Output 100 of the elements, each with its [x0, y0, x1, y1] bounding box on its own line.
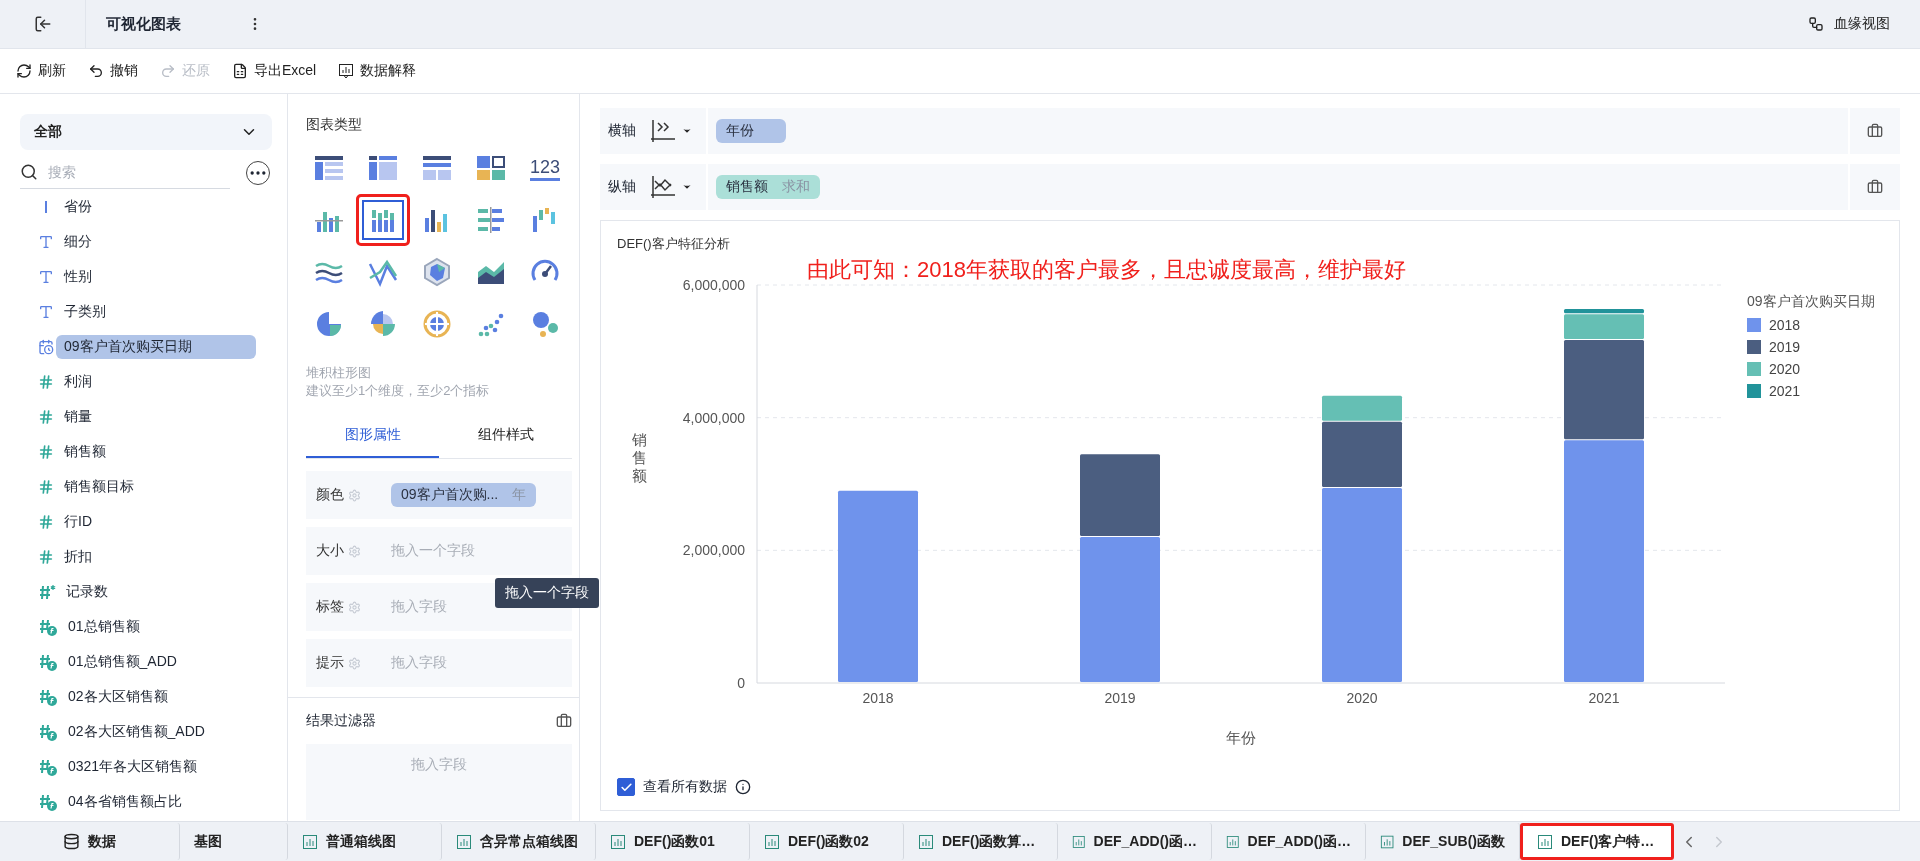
field-item[interactable]: 性别 [56, 264, 100, 289]
section-title: 结果过滤器 [306, 712, 376, 730]
field-item[interactable]: 01总销售额_ADD [60, 649, 185, 674]
legend-item[interactable]: 2021 [1747, 383, 1875, 399]
info-icon[interactable] [735, 779, 751, 795]
field-chip[interactable]: 年份 [716, 119, 786, 143]
sheet-tab[interactable]: 含异常点箱线图 [442, 823, 596, 860]
calculated-field-icon [38, 687, 58, 706]
explain-button[interactable]: 数据解释 [338, 62, 417, 80]
sunburst-icon [421, 308, 453, 340]
field-item[interactable]: 细分 [56, 229, 100, 254]
field-item[interactable]: 销售额目标 [56, 474, 142, 499]
briefcase-icon [1867, 179, 1883, 195]
legend-item[interactable]: 2020 [1747, 361, 1875, 377]
field-item[interactable]: 09客户首次购买日期 [56, 334, 256, 359]
checkbox-label: 查看所有数据 [643, 778, 727, 796]
sheet-tab[interactable]: 数据 [0, 823, 180, 860]
text-type-icon [38, 268, 54, 285]
property-tab[interactable]: 图形属性 [306, 414, 439, 458]
property-tab[interactable]: 组件样式 [439, 414, 572, 458]
drop-field[interactable]: 提示 拖入字段 [306, 639, 572, 687]
database-icon [63, 833, 80, 850]
sheet-tab[interactable]: DEF()客户特… [1520, 823, 1674, 860]
annotation-text: 由此可知：2018年获取的客户最多，且忠诚度最高，维护最好 [807, 256, 1407, 284]
search-icon [20, 163, 38, 181]
count-type-icon [38, 583, 56, 600]
field-item[interactable]: 0321年各大区销售额 [60, 754, 206, 779]
drop-field[interactable]: 颜色 09客户首次购... 年 [306, 471, 572, 519]
calculated-field-icon [38, 757, 58, 776]
legend-item[interactable]: 2018 [1747, 317, 1875, 333]
chart-sheet-icon [456, 833, 472, 850]
field-item[interactable]: 销售额 [56, 439, 114, 464]
sheet-tab[interactable]: DEF_ADD()函… [1212, 823, 1366, 860]
drop-placeholder: 拖入字段 [391, 598, 447, 616]
calculated-field-icon [38, 792, 58, 811]
property-label: 提示 [316, 654, 344, 672]
number-type-icon [38, 548, 54, 565]
redo-icon [160, 63, 176, 79]
page-title: 可视化图表 [106, 14, 181, 34]
undo-icon [88, 63, 104, 79]
field-item[interactable]: 02各大区销售额_ADD [60, 719, 213, 744]
property-label: 大小 [316, 542, 344, 560]
y-axis-title: 销售额 [631, 431, 647, 484]
y-tick-label: 2,000,000 [682, 542, 745, 559]
lineage-view-button[interactable]: 血缘视图 [1802, 14, 1896, 34]
export-button[interactable]: 导出Excel [232, 62, 317, 80]
drop-field[interactable]: 大小 拖入一个字段 [306, 527, 572, 575]
field-item[interactable]: 02各大区销售额 [60, 684, 176, 709]
field-item[interactable]: 04各省销售额占比 [60, 789, 190, 814]
date-type-icon [38, 338, 54, 355]
field-item[interactable]: 销量 [56, 404, 100, 429]
checkbox[interactable] [617, 778, 635, 796]
property-label: 标签 [316, 598, 344, 616]
axis-type-button[interactable] [650, 108, 708, 154]
calculated-field-icon [38, 617, 58, 636]
briefcase-icon [1867, 123, 1883, 139]
x-axis-icon [650, 119, 676, 143]
axis-label: 纵轴 [608, 178, 636, 196]
x-tick-label: 2019 [1104, 690, 1136, 706]
field-item[interactable]: 01总销售额 [60, 614, 148, 639]
number-type-icon [38, 478, 54, 495]
number-type-icon [38, 443, 54, 460]
field-item[interactable]: 利润 [56, 369, 100, 394]
chart-sheet-icon [918, 833, 934, 850]
sheet-tab[interactable]: 普通箱线图 [288, 823, 442, 860]
scope-dropdown[interactable]: 全部 [20, 114, 272, 150]
sheet-tab[interactable]: DEF()函数算… [904, 823, 1058, 860]
sheet-tab[interactable]: DEF_ADD()函… [1058, 823, 1212, 860]
drop-placeholder: 拖入字段 [391, 654, 447, 672]
field-item[interactable]: 子类别 [56, 299, 114, 324]
caret-icon [682, 182, 692, 192]
field-item[interactable]: 省份 [56, 194, 100, 219]
chart-type-button[interactable] [362, 200, 404, 240]
y-axis-icon [650, 175, 676, 199]
undo-button[interactable]: 撤销 [88, 62, 138, 80]
sheet-tab[interactable]: DEF()函数02 [750, 823, 904, 860]
number-type-icon [38, 373, 54, 390]
field-item[interactable]: 行ID [56, 509, 100, 534]
spreadsheet-icon [232, 63, 248, 79]
field-item[interactable]: 折扣 [56, 544, 100, 569]
refresh-button[interactable]: 刷新 [16, 62, 66, 80]
text-type-icon [38, 233, 54, 250]
sheet-tab[interactable]: 基图 [180, 823, 288, 860]
chart-sheet-icon [764, 833, 780, 850]
number-type-icon [38, 513, 54, 530]
briefcase-icon[interactable] [556, 713, 572, 729]
drop-placeholder: 拖入一个字段 [391, 542, 475, 560]
chart-type-button[interactable]: 123 [524, 148, 566, 188]
caret-icon [682, 126, 692, 136]
chart-sheet-icon [1072, 833, 1086, 850]
search-field[interactable]: 搜索 [46, 163, 210, 181]
field-item[interactable]: 记录数 [58, 579, 116, 604]
chart-sheet-icon [610, 833, 626, 850]
field-chip[interactable]: 销售额 求和 [716, 175, 820, 199]
axis-type-button[interactable] [650, 164, 708, 210]
property-label: 颜色 [316, 486, 344, 504]
legend-item[interactable]: 2019 [1747, 339, 1875, 355]
sheet-tab[interactable]: DEF()函数01 [596, 823, 750, 860]
chart-sheet-icon [1537, 833, 1553, 850]
field-chip[interactable]: 09客户首次购... 年 [391, 483, 537, 507]
